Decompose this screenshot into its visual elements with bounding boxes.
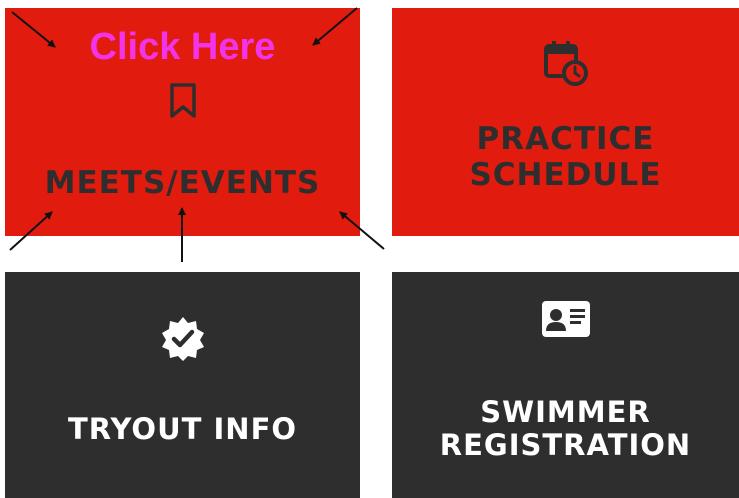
- swimmer-registration-tile[interactable]: SWIMMER REGISTRATION: [392, 272, 739, 498]
- tryout-info-title: TRYOUT INFO: [67, 412, 298, 447]
- calendar-clock-icon: [543, 41, 588, 87]
- swimmer-registration-title: SWIMMER REGISTRATION: [439, 394, 692, 462]
- meets-events-tile[interactable]: Click Here MEETS/EVENTS: [5, 8, 360, 236]
- practice-schedule-title: PRACTICE SCHEDULE: [469, 121, 662, 193]
- verified-badge-icon: [161, 317, 204, 362]
- practice-schedule-tile[interactable]: PRACTICE SCHEDULE: [392, 8, 739, 236]
- id-card-icon: [541, 300, 590, 337]
- bookmark-icon: [169, 83, 196, 118]
- meets-events-title: MEETS/EVENTS: [44, 165, 321, 202]
- click-here-label: Click Here: [89, 26, 276, 68]
- tryout-info-tile[interactable]: TRYOUT INFO: [5, 272, 360, 498]
